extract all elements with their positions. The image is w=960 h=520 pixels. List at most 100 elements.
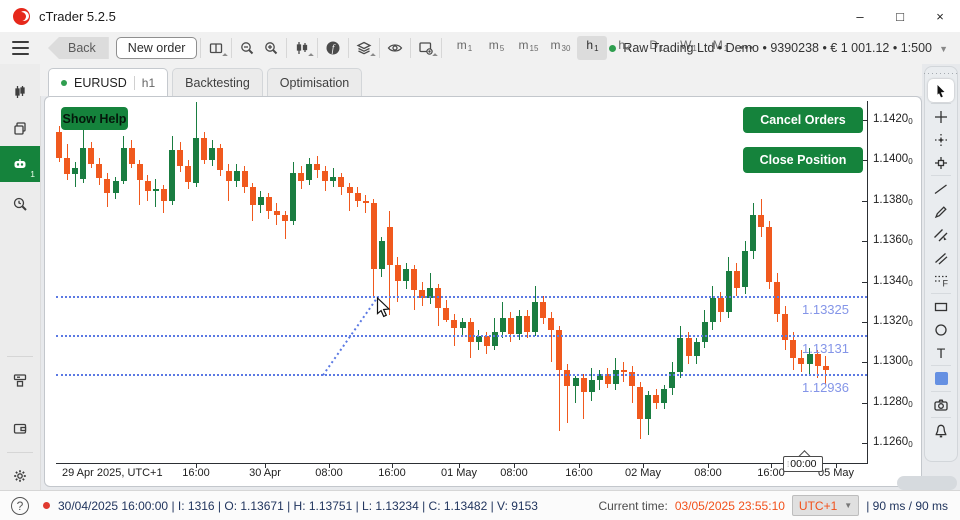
status-bar: ? 30/04/2025 16:00:00 | I: 1316 | O: 1.1… [0, 490, 960, 520]
target-tool[interactable] [928, 151, 954, 174]
left-sidebar: 1 [0, 64, 41, 490]
tab-label: EURUSD [74, 76, 127, 90]
bar-info-dot [43, 502, 50, 509]
sidebar-item-wallet[interactable] [0, 410, 40, 446]
price-tick-label: 1.14200 [873, 113, 913, 126]
tab-backtesting[interactable]: Backtesting [172, 68, 263, 96]
time-axis-line [56, 463, 868, 464]
time-tick-label: 16:00 [182, 467, 210, 479]
visibility-icon[interactable] [383, 36, 407, 60]
sidebar-item-settings[interactable] [0, 458, 40, 494]
close-button[interactable]: × [920, 0, 960, 32]
zoom-out-icon[interactable] [235, 36, 259, 60]
time-tick-label: 08:00 [315, 467, 343, 479]
sidebar-item-analyze[interactable] [0, 186, 40, 222]
pointer-tool[interactable] [928, 79, 954, 102]
chart-type-icon[interactable] [290, 36, 314, 60]
account-status-dot [609, 45, 616, 52]
time-tick-label: 16:00 [378, 467, 406, 479]
price-tick-label: 1.13800 [873, 194, 913, 207]
time-tick-label: 16:00 [565, 467, 593, 479]
tab-label: Optimisation [280, 76, 349, 90]
timeframe-h1-button[interactable]: h1 [577, 36, 607, 60]
minimize-button[interactable]: – [840, 0, 880, 32]
timezone-caret-icon: ▼ [844, 501, 852, 510]
tab-eurusd[interactable]: EURUSD h1 [48, 68, 168, 96]
drawing-tools-panel: ········· F T [924, 66, 958, 462]
indicators-icon[interactable]: f [321, 36, 345, 60]
ellipse-tool[interactable] [928, 318, 954, 341]
time-tick-label: 05 May [818, 467, 854, 479]
time-tick-label: 02 May [625, 467, 661, 479]
layout-icon[interactable] [204, 36, 228, 60]
timezone-dropdown[interactable]: UTC+1 ▼ [792, 495, 859, 516]
dot-crosshair-tool[interactable] [928, 128, 954, 151]
trend-tool[interactable] [928, 246, 954, 269]
timeframe-m30-button[interactable]: m30 [545, 36, 575, 60]
camera-tool[interactable] [928, 393, 954, 416]
tab-status-dot [61, 80, 67, 86]
price-tick-label: 1.13200 [873, 315, 913, 328]
tools-drag-handle[interactable]: ········· [923, 69, 959, 79]
sidebar-item-trade[interactable] [0, 74, 40, 110]
color-swatch-tool[interactable] [928, 367, 954, 390]
time-marker-badge[interactable]: ⁞00:00 [783, 456, 823, 472]
help-icon[interactable]: ? [11, 497, 29, 515]
time-tick-label: 16:00 [757, 467, 785, 479]
bar-info: 30/04/2025 16:00:00 | I: 1316 | O: 1.136… [58, 499, 538, 513]
scrollbar-thumb[interactable] [897, 476, 957, 490]
price-tick-label: 1.12800 [873, 396, 913, 409]
text-tool[interactable]: T [928, 341, 954, 364]
latency-value: | 90 ms / 90 ms [866, 499, 948, 513]
back-button[interactable]: Back [48, 37, 109, 59]
mouse-cursor-icon [376, 297, 393, 318]
price-axis-line [867, 101, 868, 464]
alert-tool[interactable] [928, 419, 954, 442]
menu-icon[interactable] [0, 41, 40, 55]
timeframe-m15-button[interactable]: m15 [513, 36, 543, 60]
tab-bar: EURUSD h1 Backtesting Optimisation [40, 64, 922, 96]
time-tick-label: 30 Apr [249, 467, 281, 479]
price-tick-label: 1.12600 [873, 436, 913, 449]
window-title: cTrader 5.2.5 [39, 9, 116, 24]
current-time-label: Current time: [598, 499, 667, 513]
timezone-value: UTC+1 [799, 499, 837, 513]
window-controls: – □ × [840, 0, 960, 32]
crosshair-tool[interactable] [928, 105, 954, 128]
time-tick-label: 01 May [441, 467, 477, 479]
timeframe-m5-button[interactable]: m5 [481, 36, 511, 60]
svg-text:F: F [943, 278, 949, 288]
sidebar-item-copy[interactable] [0, 110, 40, 146]
rectangle-tool[interactable] [928, 295, 954, 318]
zoom-in-icon[interactable] [259, 36, 283, 60]
tab-period: h1 [142, 76, 155, 90]
fibonacci-tool[interactable]: F [928, 269, 954, 292]
timeframe-m1-button[interactable]: m1 [449, 36, 479, 60]
svg-text:T: T [937, 345, 946, 361]
current-time-value: 03/05/2025 23:55:10 [675, 499, 785, 513]
tab-optimisation[interactable]: Optimisation [267, 68, 362, 96]
time-tick-label: 08:00 [500, 467, 528, 479]
account-info: Raw Trading Ltd • Demo • 9390238 • € 1 0… [623, 41, 932, 55]
time-marker-label: 00:00 [790, 458, 816, 470]
price-tick-label: 1.13600 [873, 234, 913, 247]
chart-panel: 1.14200 1.14000 1.13800 1.13600 1.13400 1.132… [44, 96, 922, 487]
price-tick-label: 1.13000 [873, 355, 913, 368]
objects-icon[interactable] [352, 36, 376, 60]
chart-settings-icon[interactable] [414, 36, 438, 60]
trendline[interactable] [323, 297, 378, 376]
price-tick-label: 1.14000 [873, 153, 913, 166]
maximize-button[interactable]: □ [880, 0, 920, 32]
time-tick-label: 29 Apr 2025, UTC+1 [62, 467, 163, 479]
pencil-tool[interactable] [928, 200, 954, 223]
toolbar-icons: f [204, 36, 445, 60]
account-selector[interactable]: Raw Trading Ltd • Demo • 9390238 • € 1 0… [609, 32, 932, 64]
price-tick-label: 1.13400 [873, 275, 913, 288]
ctrader-logo-icon [13, 8, 30, 25]
sidebar-item-deposit[interactable] [0, 362, 40, 398]
line-tool[interactable] [928, 177, 954, 200]
sidebar-item-algo[interactable]: 1 [0, 146, 40, 182]
new-order-button[interactable]: New order [116, 37, 198, 59]
account-caret-icon[interactable]: ▼ [939, 44, 948, 54]
channel-tool[interactable] [928, 223, 954, 246]
